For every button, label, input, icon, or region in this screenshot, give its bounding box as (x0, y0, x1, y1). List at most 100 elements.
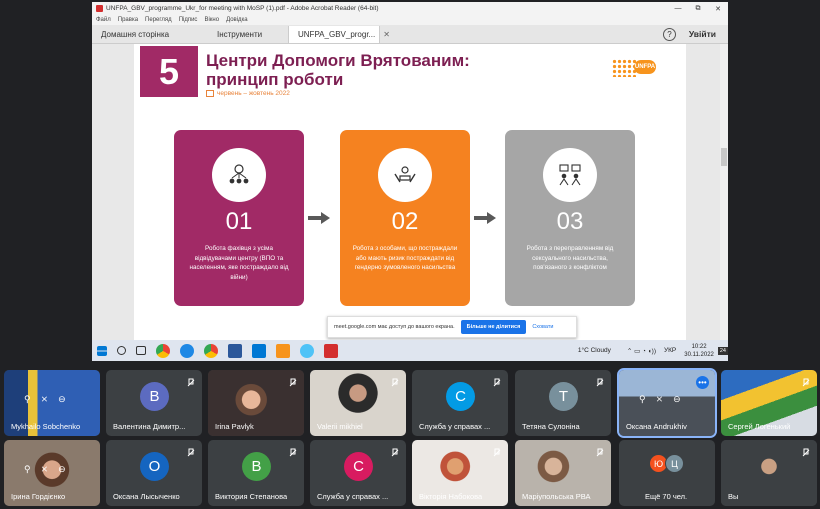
pin-icon[interactable]: ⚲ (639, 394, 646, 408)
search-icon[interactable] (117, 346, 126, 355)
participant-tile[interactable]: Valerii mikhiel (310, 370, 406, 436)
tab-document-label: UNFPA_GBV_progr... (298, 30, 376, 39)
slide-title: Центри Допомоги Врятованим: принцип робо… (206, 51, 470, 89)
participant-tile[interactable]: Сергей Логенький (721, 370, 817, 436)
edge-icon[interactable] (180, 343, 194, 358)
participant-tile[interactable]: О Оксана Лысыченко (106, 440, 202, 506)
step-description: Робота з особами, що постраждали або маю… (352, 245, 458, 271)
participant-name: Служба у справах ... (419, 422, 491, 431)
participant-name: Ірина Гордієнко (11, 492, 66, 501)
tab-home[interactable]: Домашня сторінка (92, 26, 208, 43)
menu-edit[interactable]: Правка (118, 17, 138, 23)
mic-off-icon (595, 375, 605, 387)
chrome-icon[interactable] (156, 343, 170, 358)
step-number: 01 (225, 208, 253, 235)
mic-off-icon (801, 445, 811, 457)
task-view-icon[interactable] (136, 346, 146, 355)
tile-actions: ⚲ ⨯ ⊖ (24, 464, 78, 478)
participant-tile[interactable]: Вікторія Набокова (412, 440, 508, 506)
pin-icon[interactable]: ⚲ (24, 394, 31, 408)
window-title: UNFPA_GBV_programme_Ukr_for meeting with… (106, 5, 379, 12)
weather-widget[interactable]: 1°C Cloudy (578, 347, 611, 354)
avatar: Т (549, 382, 578, 411)
scrollbar-thumb[interactable] (721, 148, 727, 166)
more-options-icon[interactable]: ••• (696, 376, 709, 389)
windows-taskbar: 1°C Cloudy ⌃ ▭ ◔ ◖)) УКР 10:22 30.11.202… (92, 340, 728, 361)
participant-tile[interactable]: С Служба у справах ... (412, 370, 508, 436)
signin-button[interactable]: Увійти (689, 29, 716, 39)
mic-off-icon (186, 445, 196, 457)
participant-tile[interactable]: ⚲ ⨯ ⊖ Mykhailo Sobchenko (4, 370, 100, 436)
remove-icon[interactable]: ⊖ (58, 464, 66, 478)
tray-icons[interactable]: ⌃ ▭ ◔ ◖)) (627, 347, 656, 355)
close-button[interactable]: ✕ (708, 5, 728, 13)
conversation-icon (543, 148, 597, 202)
pin-icon[interactable]: ⚲ (24, 464, 31, 478)
support-hands-icon (378, 148, 432, 202)
participant-name: Маріупольська РВА (522, 492, 591, 501)
tab-tools[interactable]: Інструменти (208, 26, 288, 43)
app-icon[interactable] (300, 343, 314, 358)
system-tray: 1°C Cloudy ⌃ ▭ ◔ ◖)) УКР 10:22 30.11.202… (578, 340, 728, 361)
step-card-2: 02 Робота з особами, що постраждали або … (340, 130, 470, 306)
start-icon[interactable] (97, 345, 107, 356)
language-indicator[interactable]: УКР (664, 347, 676, 354)
participant-tile[interactable]: С Служба у справах ... (310, 440, 406, 506)
maximize-button[interactable]: ⧉ (688, 5, 708, 13)
avatar: Ц (665, 454, 684, 473)
tile-actions: ⚲ ⨯ ⊖ (639, 394, 693, 408)
app-icon[interactable] (276, 343, 290, 358)
participant-tile[interactable]: В Валентина Димитр... (106, 370, 202, 436)
vertical-scrollbar[interactable] (720, 44, 728, 340)
acrobat-icon[interactable] (324, 343, 338, 358)
more-participants-tile[interactable]: Ю Ц Ещё 70 чел. (619, 440, 715, 506)
clock-time: 10:22 (691, 343, 707, 350)
participant-tile[interactable]: ••• ⚲ ⨯ ⊖ Оксана Andrukhiv (617, 368, 717, 438)
word-icon[interactable] (228, 343, 242, 358)
mic-off-icon (288, 445, 298, 457)
hide-notice-button[interactable]: Сховати (532, 324, 553, 330)
menu-sign[interactable]: Підпис (179, 17, 198, 23)
tab-document[interactable]: UNFPA_GBV_progr... ✕ (288, 26, 390, 43)
remove-icon[interactable]: ⊖ (58, 394, 66, 408)
participant-name: Тетяна Сулоніна (522, 422, 580, 431)
menu-file[interactable]: Файл (96, 17, 111, 23)
step-card-3: 03 Робота з переправленням від сексуальн… (505, 130, 635, 306)
participant-name: Вы (728, 492, 739, 501)
participant-name: Irina Pavlyk (215, 422, 254, 431)
clock-date: 30.11.2022 (684, 351, 714, 358)
participant-tile[interactable]: ⚲ ⨯ ⊖ Ірина Гордієнко (4, 440, 100, 506)
menu-help[interactable]: Довідка (226, 17, 248, 23)
participant-tile[interactable]: Маріупольська РВА (515, 440, 611, 506)
participant-name: Сергей Логенький (728, 422, 791, 431)
pdf-page: 5 Центри Допомоги Врятованим: принцип ро… (134, 44, 686, 340)
close-tab-icon[interactable]: ✕ (383, 30, 390, 39)
mute-icon[interactable]: ⨯ (41, 464, 49, 478)
participant-tile[interactable]: Irina Pavlyk (208, 370, 304, 436)
participant-tile[interactable]: Т Тетяна Сулоніна (515, 370, 611, 436)
self-tile[interactable]: Вы (721, 440, 817, 506)
unfpa-logo: UNFPA (612, 58, 658, 78)
notification-count[interactable]: 24 (717, 346, 728, 355)
menu-view[interactable]: Перегляд (145, 17, 172, 23)
mic-off-icon (492, 375, 502, 387)
mic-off-icon (288, 375, 298, 387)
clock[interactable]: 10:22 30.11.2022 (684, 343, 714, 359)
chrome-icon[interactable] (204, 343, 218, 358)
slide-number: 5 (140, 46, 198, 97)
mute-icon[interactable]: ⨯ (41, 394, 49, 408)
shared-screen: UNFPA_GBV_programme_Ukr_for meeting with… (92, 2, 728, 361)
participant-tile[interactable]: В Виктория Степанова (208, 440, 304, 506)
mute-icon[interactable]: ⨯ (656, 394, 664, 408)
avatar: В (242, 452, 271, 481)
stop-sharing-button[interactable]: Більше не ділитися (460, 320, 527, 334)
help-button[interactable]: ? (663, 28, 676, 41)
acrobat-icon (96, 5, 103, 12)
remove-icon[interactable]: ⊖ (673, 394, 681, 408)
menu-window[interactable]: Вікно (204, 17, 219, 23)
slide-date: червень – жовтень 2022 (206, 90, 290, 97)
minimize-button[interactable]: — (668, 5, 688, 13)
step-number: 03 (556, 208, 584, 235)
outlook-icon[interactable] (252, 343, 266, 358)
participant-name: Служба у справах ... (317, 492, 389, 501)
